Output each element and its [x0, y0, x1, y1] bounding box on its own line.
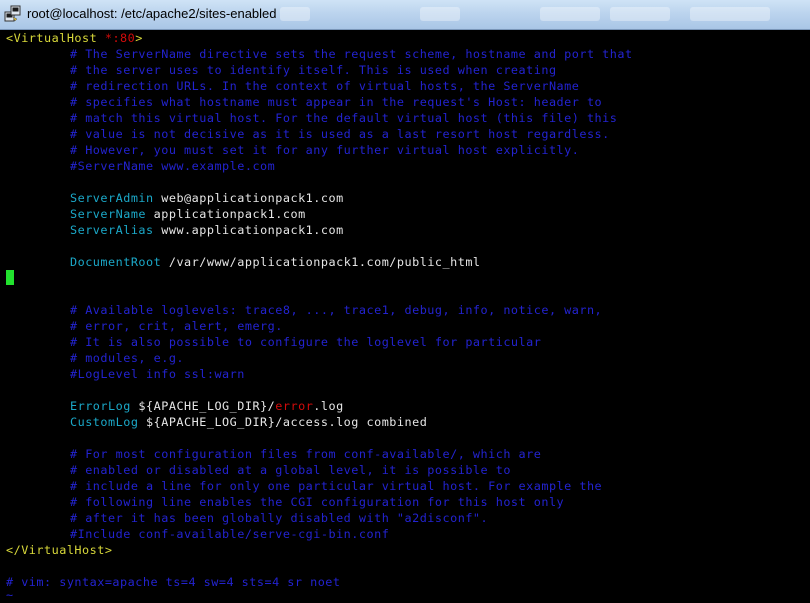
- directive-key: ServerAlias: [70, 223, 154, 237]
- background-blur: [280, 7, 310, 21]
- directive-key: ErrorLog: [70, 399, 131, 413]
- comment-line: # include a line for only one particular…: [70, 479, 603, 493]
- directive-value: applicationpack1.com: [146, 207, 306, 221]
- text-cursor: [6, 270, 14, 285]
- background-blur: [690, 7, 770, 21]
- comment-line: #Include conf-available/serve-cgi-bin.co…: [70, 527, 390, 541]
- background-blur: [420, 7, 460, 21]
- directive-value: /var/www/applicationpack1.com/public_htm…: [161, 255, 481, 269]
- comment-line: # modules, e.g.: [70, 351, 185, 365]
- tag-open: <VirtualHost: [6, 31, 98, 45]
- tag-bracket: >: [135, 31, 143, 45]
- tag-port: *:80: [97, 31, 136, 45]
- background-blur: [540, 7, 600, 21]
- virtualhost-close-line: </VirtualHost>: [6, 543, 113, 557]
- comment-line: # It is also possible to configure the l…: [70, 335, 542, 349]
- server-alias-line: ServerAlias www.applicationpack1.com: [70, 222, 344, 238]
- vim-modeline: # vim: syntax=apache ts=4 sw=4 sts=4 sr …: [6, 575, 341, 589]
- comment-line: # Available loglevels: trace8, ..., trac…: [70, 303, 603, 317]
- directive-value: web@applicationpack1.com: [153, 191, 344, 205]
- document-root-line: DocumentRoot /var/www/applicationpack1.c…: [70, 254, 481, 270]
- directive-value: ${APACHE_LOG_DIR}/access.log combined: [138, 415, 428, 429]
- directive-key: ServerName: [70, 207, 147, 221]
- directive-key: ServerAdmin: [70, 191, 154, 205]
- directive-key: DocumentRoot: [70, 255, 162, 269]
- window-titlebar: root@localhost: /etc/apache2/sites-enabl…: [0, 0, 810, 30]
- directive-value: .log: [313, 399, 344, 413]
- error-log-line: ErrorLog ${APACHE_LOG_DIR}/error.log: [70, 398, 344, 414]
- comment-line: # after it has been globally disabled wi…: [70, 511, 489, 525]
- directive-value: www.applicationpack1.com: [153, 223, 344, 237]
- comment-line: # For most configuration files from conf…: [70, 447, 542, 461]
- background-blur: [610, 7, 670, 21]
- directive-value-highlight: error: [275, 399, 314, 413]
- comment-line: # specifies what hostname must appear in…: [70, 95, 603, 109]
- comment-line: # enabled or disabled at a global level,…: [70, 463, 511, 477]
- server-name-line: ServerName applicationpack1.com: [70, 206, 306, 222]
- directive-value: ${APACHE_LOG_DIR}/: [130, 399, 276, 413]
- comment-line: #LogLevel info ssl:warn: [70, 367, 245, 381]
- comment-line: # The ServerName directive sets the requ…: [70, 47, 633, 61]
- terminal-screen[interactable]: <VirtualHost *:80> # The ServerName dire…: [0, 30, 810, 603]
- comment-line: #ServerName www.example.com: [70, 159, 276, 173]
- comment-line: # following line enables the CGI configu…: [70, 495, 565, 509]
- empty-line-tilde: ~: [6, 588, 14, 602]
- comment-line: # the server uses to identify itself. Th…: [70, 63, 557, 77]
- virtualhost-open-line: <VirtualHost *:80>: [6, 30, 143, 46]
- comment-line: # value is not decisive as it is used as…: [70, 127, 610, 141]
- window-title: root@localhost: /etc/apache2/sites-enabl…: [27, 6, 277, 21]
- comment-line: # match this virtual host. For the defau…: [70, 111, 618, 125]
- comment-line: # However, you must set it for any furth…: [70, 143, 580, 157]
- server-admin-line: ServerAdmin web@applicationpack1.com: [70, 190, 344, 206]
- comment-line: # redirection URLs. In the context of vi…: [70, 79, 580, 93]
- comment-line: # error, crit, alert, emerg.: [70, 319, 283, 333]
- directive-key: CustomLog: [70, 415, 139, 429]
- custom-log-line: CustomLog ${APACHE_LOG_DIR}/access.log c…: [70, 414, 427, 430]
- putty-icon[interactable]: [4, 5, 22, 23]
